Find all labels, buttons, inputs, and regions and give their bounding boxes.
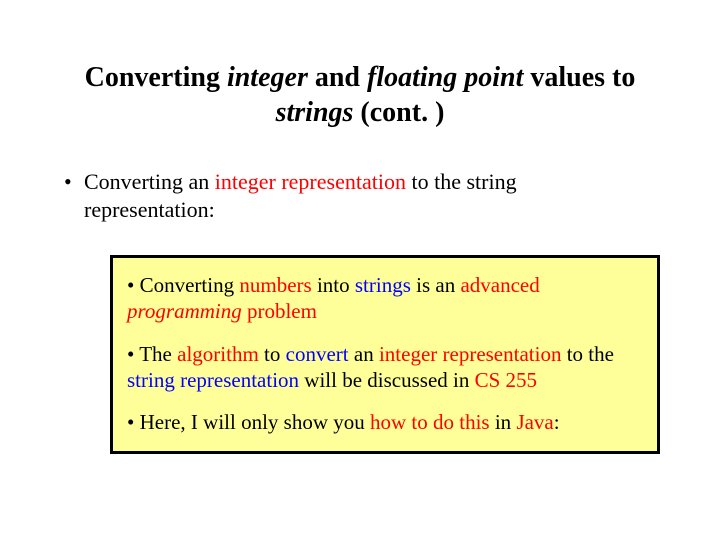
title-text: values to — [523, 62, 635, 93]
slide-title: Converting integer and floating point va… — [60, 60, 660, 130]
box-item-3: • Here, I will only show you how to do t… — [127, 409, 643, 435]
text-string-rep: string representation — [127, 368, 299, 392]
box-item-2: • The algorithm to convert an integer re… — [127, 341, 643, 394]
text: Converting an — [84, 169, 215, 194]
text-algorithm: algorithm — [177, 342, 259, 366]
text: to — [259, 342, 286, 366]
text-cs255: CS 255 — [475, 368, 537, 392]
text: Converting — [140, 273, 240, 297]
text: Here, I will only show you — [140, 410, 370, 434]
text-int-rep: integer representation — [379, 342, 562, 366]
outer-bullet-text: Converting an integer representation to … — [84, 168, 644, 223]
text: The — [139, 342, 177, 366]
title-strings: strings — [276, 97, 354, 128]
text-numbers: numbers — [239, 273, 311, 297]
text: an — [349, 342, 379, 366]
text: will be discussed in — [299, 368, 475, 392]
box-item-1: • Converting numbers into strings is an … — [127, 272, 643, 325]
text: in — [490, 410, 517, 434]
text: : — [554, 410, 560, 434]
text-convert: convert — [286, 342, 349, 366]
text-problem: problem — [242, 299, 317, 323]
text-java: Java — [516, 410, 553, 434]
bullet-icon: • — [127, 273, 140, 297]
text-advanced: advanced — [460, 273, 539, 297]
slide: Converting integer and floating point va… — [0, 0, 720, 540]
title-text: Converting — [85, 62, 227, 93]
bullet-icon: • — [64, 168, 84, 196]
text-integer-rep: integer representation — [215, 169, 406, 194]
bullet-icon: • — [127, 410, 140, 434]
highlight-box: • Converting numbers into strings is an … — [110, 255, 660, 454]
text: is an — [411, 273, 461, 297]
text-strings: strings — [355, 273, 411, 297]
title-integer: integer — [227, 62, 308, 93]
title-text: and — [308, 62, 367, 93]
text-how-to: how to do this — [370, 410, 490, 434]
text-programming: programming — [127, 299, 242, 323]
outer-bullet: •Converting an integer representation to… — [64, 168, 660, 223]
title-floating-point: floating point — [367, 62, 523, 93]
text: to the — [561, 342, 614, 366]
title-cont: (cont. ) — [353, 97, 444, 128]
text: into — [312, 273, 355, 297]
bullet-icon: • — [127, 342, 139, 366]
